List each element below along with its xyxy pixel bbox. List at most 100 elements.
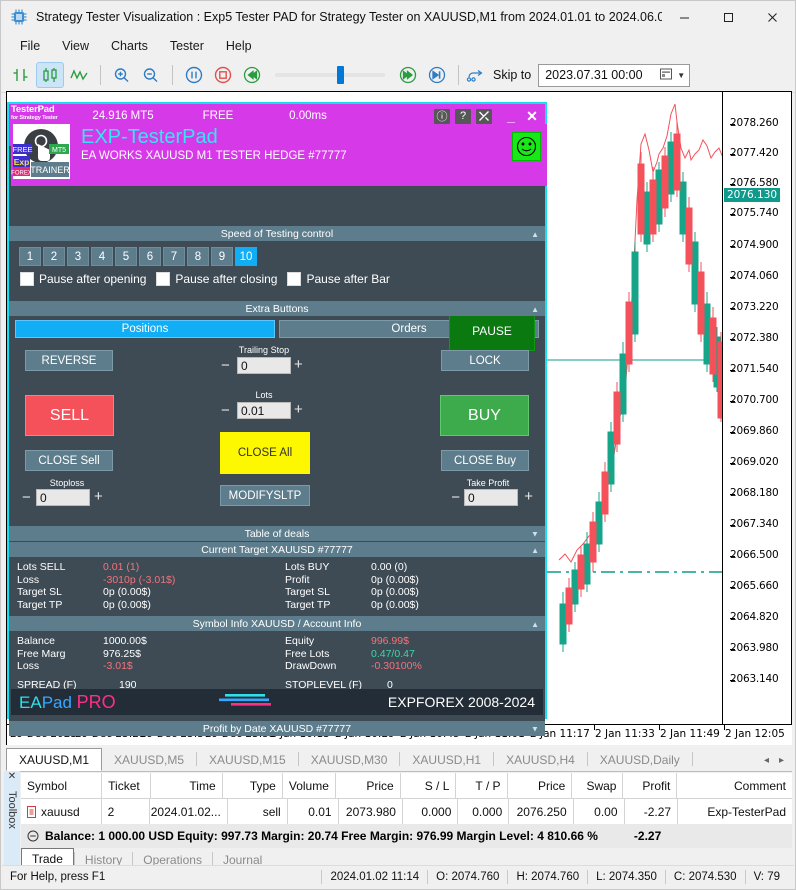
menu-item-view[interactable]: View bbox=[51, 36, 100, 56]
chart-tab-m30[interactable]: XAUUSD,M30 bbox=[299, 749, 400, 771]
rewind-icon[interactable] bbox=[238, 62, 266, 88]
chevron-up-icon[interactable]: ▲ bbox=[531, 620, 539, 629]
col-price[interactable]: Price bbox=[336, 773, 401, 798]
col-comment[interactable]: Comment bbox=[677, 773, 792, 798]
zoom-in-icon[interactable] bbox=[108, 62, 136, 88]
speed-slider[interactable] bbox=[275, 65, 385, 85]
section-symbol-header[interactable]: Symbol Info XAUUSD / Account Info ▲ bbox=[9, 615, 545, 631]
col-symbol[interactable]: Symbol bbox=[21, 773, 102, 798]
smiley-face-icon[interactable] bbox=[512, 132, 541, 161]
takeprofit-input[interactable]: 0 bbox=[464, 489, 518, 506]
close-sell-button[interactable]: CLOSE Sell bbox=[25, 450, 113, 471]
lots-input[interactable]: 0.01 bbox=[237, 402, 291, 419]
col-tp[interactable]: T / P bbox=[456, 773, 507, 798]
speed-button-6[interactable]: 6 bbox=[139, 247, 161, 266]
tab-positions[interactable]: Positions bbox=[15, 320, 275, 338]
checkbox-box[interactable] bbox=[20, 272, 34, 286]
menu-item-tester[interactable]: Tester bbox=[159, 36, 215, 56]
menu-item-charts[interactable]: Charts bbox=[100, 36, 159, 56]
reverse-button[interactable]: REVERSE bbox=[25, 350, 113, 371]
help-icon[interactable]: ? bbox=[455, 109, 471, 124]
skip-to-datetime-input[interactable]: 2023.07.31 00:00 ▼ bbox=[538, 64, 690, 87]
close-buy-button[interactable]: CLOSE Buy bbox=[441, 450, 529, 471]
speed-button-4[interactable]: 4 bbox=[91, 247, 113, 266]
pause-after-bar-checkbox[interactable]: Pause after Bar bbox=[287, 272, 389, 286]
stop-icon[interactable] bbox=[209, 62, 237, 88]
takeprofit-plus-button[interactable]: + bbox=[524, 490, 533, 504]
takeprofit-minus-button[interactable]: − bbox=[451, 491, 460, 505]
table-row[interactable]: xauusd 2 2024.01.02... sell 0.01 2073.98… bbox=[21, 799, 792, 824]
chevron-right-icon[interactable]: ▸ bbox=[779, 755, 784, 766]
trailing-stop-input[interactable]: 0 bbox=[237, 357, 291, 374]
maximize-button[interactable] bbox=[706, 2, 750, 33]
speed-button-3[interactable]: 3 bbox=[67, 247, 89, 266]
stoploss-minus-button[interactable]: − bbox=[22, 491, 31, 505]
chevron-left-icon[interactable]: ◂ bbox=[764, 755, 769, 766]
section-target-header[interactable]: Current Target XAUUSD #77777 ▲ bbox=[9, 541, 545, 557]
trailing-plus-button[interactable]: + bbox=[294, 358, 303, 372]
buy-button[interactable]: BUY bbox=[440, 395, 529, 436]
chart-tab-h1[interactable]: XAUUSD,H1 bbox=[400, 749, 493, 771]
col-ticket[interactable]: Ticket bbox=[102, 773, 150, 798]
info-icon[interactable]: ⓘ bbox=[434, 109, 450, 124]
checkbox-box[interactable] bbox=[287, 272, 301, 286]
chevron-down-icon[interactable]: ▲ bbox=[531, 530, 539, 539]
speed-button-1[interactable]: 1 bbox=[19, 247, 41, 266]
col-swap[interactable]: Swap bbox=[572, 773, 623, 798]
bar-chart-icon[interactable] bbox=[7, 62, 35, 88]
col-profit[interactable]: Profit bbox=[623, 773, 677, 798]
chart-tab-m5[interactable]: XAUUSD,M5 bbox=[102, 749, 196, 771]
collapse-icon[interactable] bbox=[27, 830, 39, 842]
col-price2[interactable]: Price bbox=[508, 773, 573, 798]
section-deals-header[interactable]: Table of deals ▲ bbox=[9, 525, 545, 541]
chevron-down-icon[interactable]: ▼ bbox=[677, 71, 685, 80]
lots-minus-button[interactable]: − bbox=[221, 404, 230, 418]
close-button[interactable] bbox=[751, 2, 795, 33]
chart-tab-m15[interactable]: XAUUSD,M15 bbox=[197, 749, 298, 771]
close-all-button[interactable]: CLOSE All bbox=[220, 432, 310, 474]
lock-button[interactable]: LOCK bbox=[441, 350, 529, 371]
speed-button-5[interactable]: 5 bbox=[115, 247, 137, 266]
slider-thumb[interactable] bbox=[337, 66, 344, 84]
fast-forward-icon[interactable] bbox=[394, 62, 422, 88]
menu-item-file[interactable]: File bbox=[9, 36, 51, 56]
pause-after-closing-checkbox[interactable]: Pause after closing bbox=[156, 272, 277, 286]
pause-after-opening-checkbox[interactable]: Pause after opening bbox=[20, 272, 146, 286]
sell-button[interactable]: SELL bbox=[25, 395, 114, 436]
chevron-up-icon[interactable]: ▲ bbox=[531, 546, 539, 555]
line-chart-icon[interactable] bbox=[65, 62, 93, 88]
col-time[interactable]: Time bbox=[151, 773, 223, 798]
minimize-button[interactable] bbox=[662, 2, 706, 33]
skip-forward-icon[interactable] bbox=[423, 62, 451, 88]
chart-tab-h4[interactable]: XAUUSD,H4 bbox=[494, 749, 587, 771]
col-sl[interactable]: S / L bbox=[401, 773, 457, 798]
lots-plus-button[interactable]: + bbox=[294, 403, 303, 417]
trailing-minus-button[interactable]: − bbox=[221, 359, 230, 373]
chevron-down-icon[interactable]: ▲ bbox=[531, 725, 539, 734]
stoploss-input[interactable]: 0 bbox=[36, 489, 90, 506]
zoom-out-icon[interactable] bbox=[137, 62, 165, 88]
checkbox-box[interactable] bbox=[156, 272, 170, 286]
section-speed-header[interactable]: Speed of Testing control ▲ bbox=[9, 225, 545, 241]
modify-sltp-button[interactable]: MODIFYSLTP bbox=[220, 485, 310, 506]
chevron-up-icon[interactable]: ▲ bbox=[531, 230, 539, 239]
menu-item-help[interactable]: Help bbox=[215, 36, 263, 56]
chart-tab-m1[interactable]: XAUUSD,M1 bbox=[6, 748, 102, 771]
speed-button-7[interactable]: 7 bbox=[163, 247, 185, 266]
pad-minimize-icon[interactable]: _ bbox=[503, 109, 519, 124]
speed-button-2[interactable]: 2 bbox=[43, 247, 65, 266]
col-volume[interactable]: Volume bbox=[283, 773, 336, 798]
col-type[interactable]: Type bbox=[223, 773, 283, 798]
chevron-up-icon[interactable]: ▲ bbox=[531, 305, 539, 314]
pad-close-icon[interactable]: ✕ bbox=[524, 109, 540, 124]
stoploss-plus-button[interactable]: + bbox=[94, 490, 103, 504]
section-profit-header[interactable]: Profit by Date XAUUSD #77777 ▲ bbox=[9, 720, 545, 736]
calendar-icon[interactable] bbox=[660, 68, 672, 83]
toolbox-close-icon[interactable]: ✕ bbox=[8, 771, 16, 783]
settings-icon[interactable] bbox=[476, 109, 492, 124]
chart-tab-daily[interactable]: XAUUSD,Daily bbox=[588, 749, 692, 771]
speed-button-9[interactable]: 9 bbox=[211, 247, 233, 266]
section-extra-header[interactable]: Extra Buttons ▲ bbox=[9, 300, 545, 316]
speed-button-10[interactable]: 10 bbox=[235, 247, 257, 266]
candlestick-chart-icon[interactable] bbox=[36, 62, 64, 88]
